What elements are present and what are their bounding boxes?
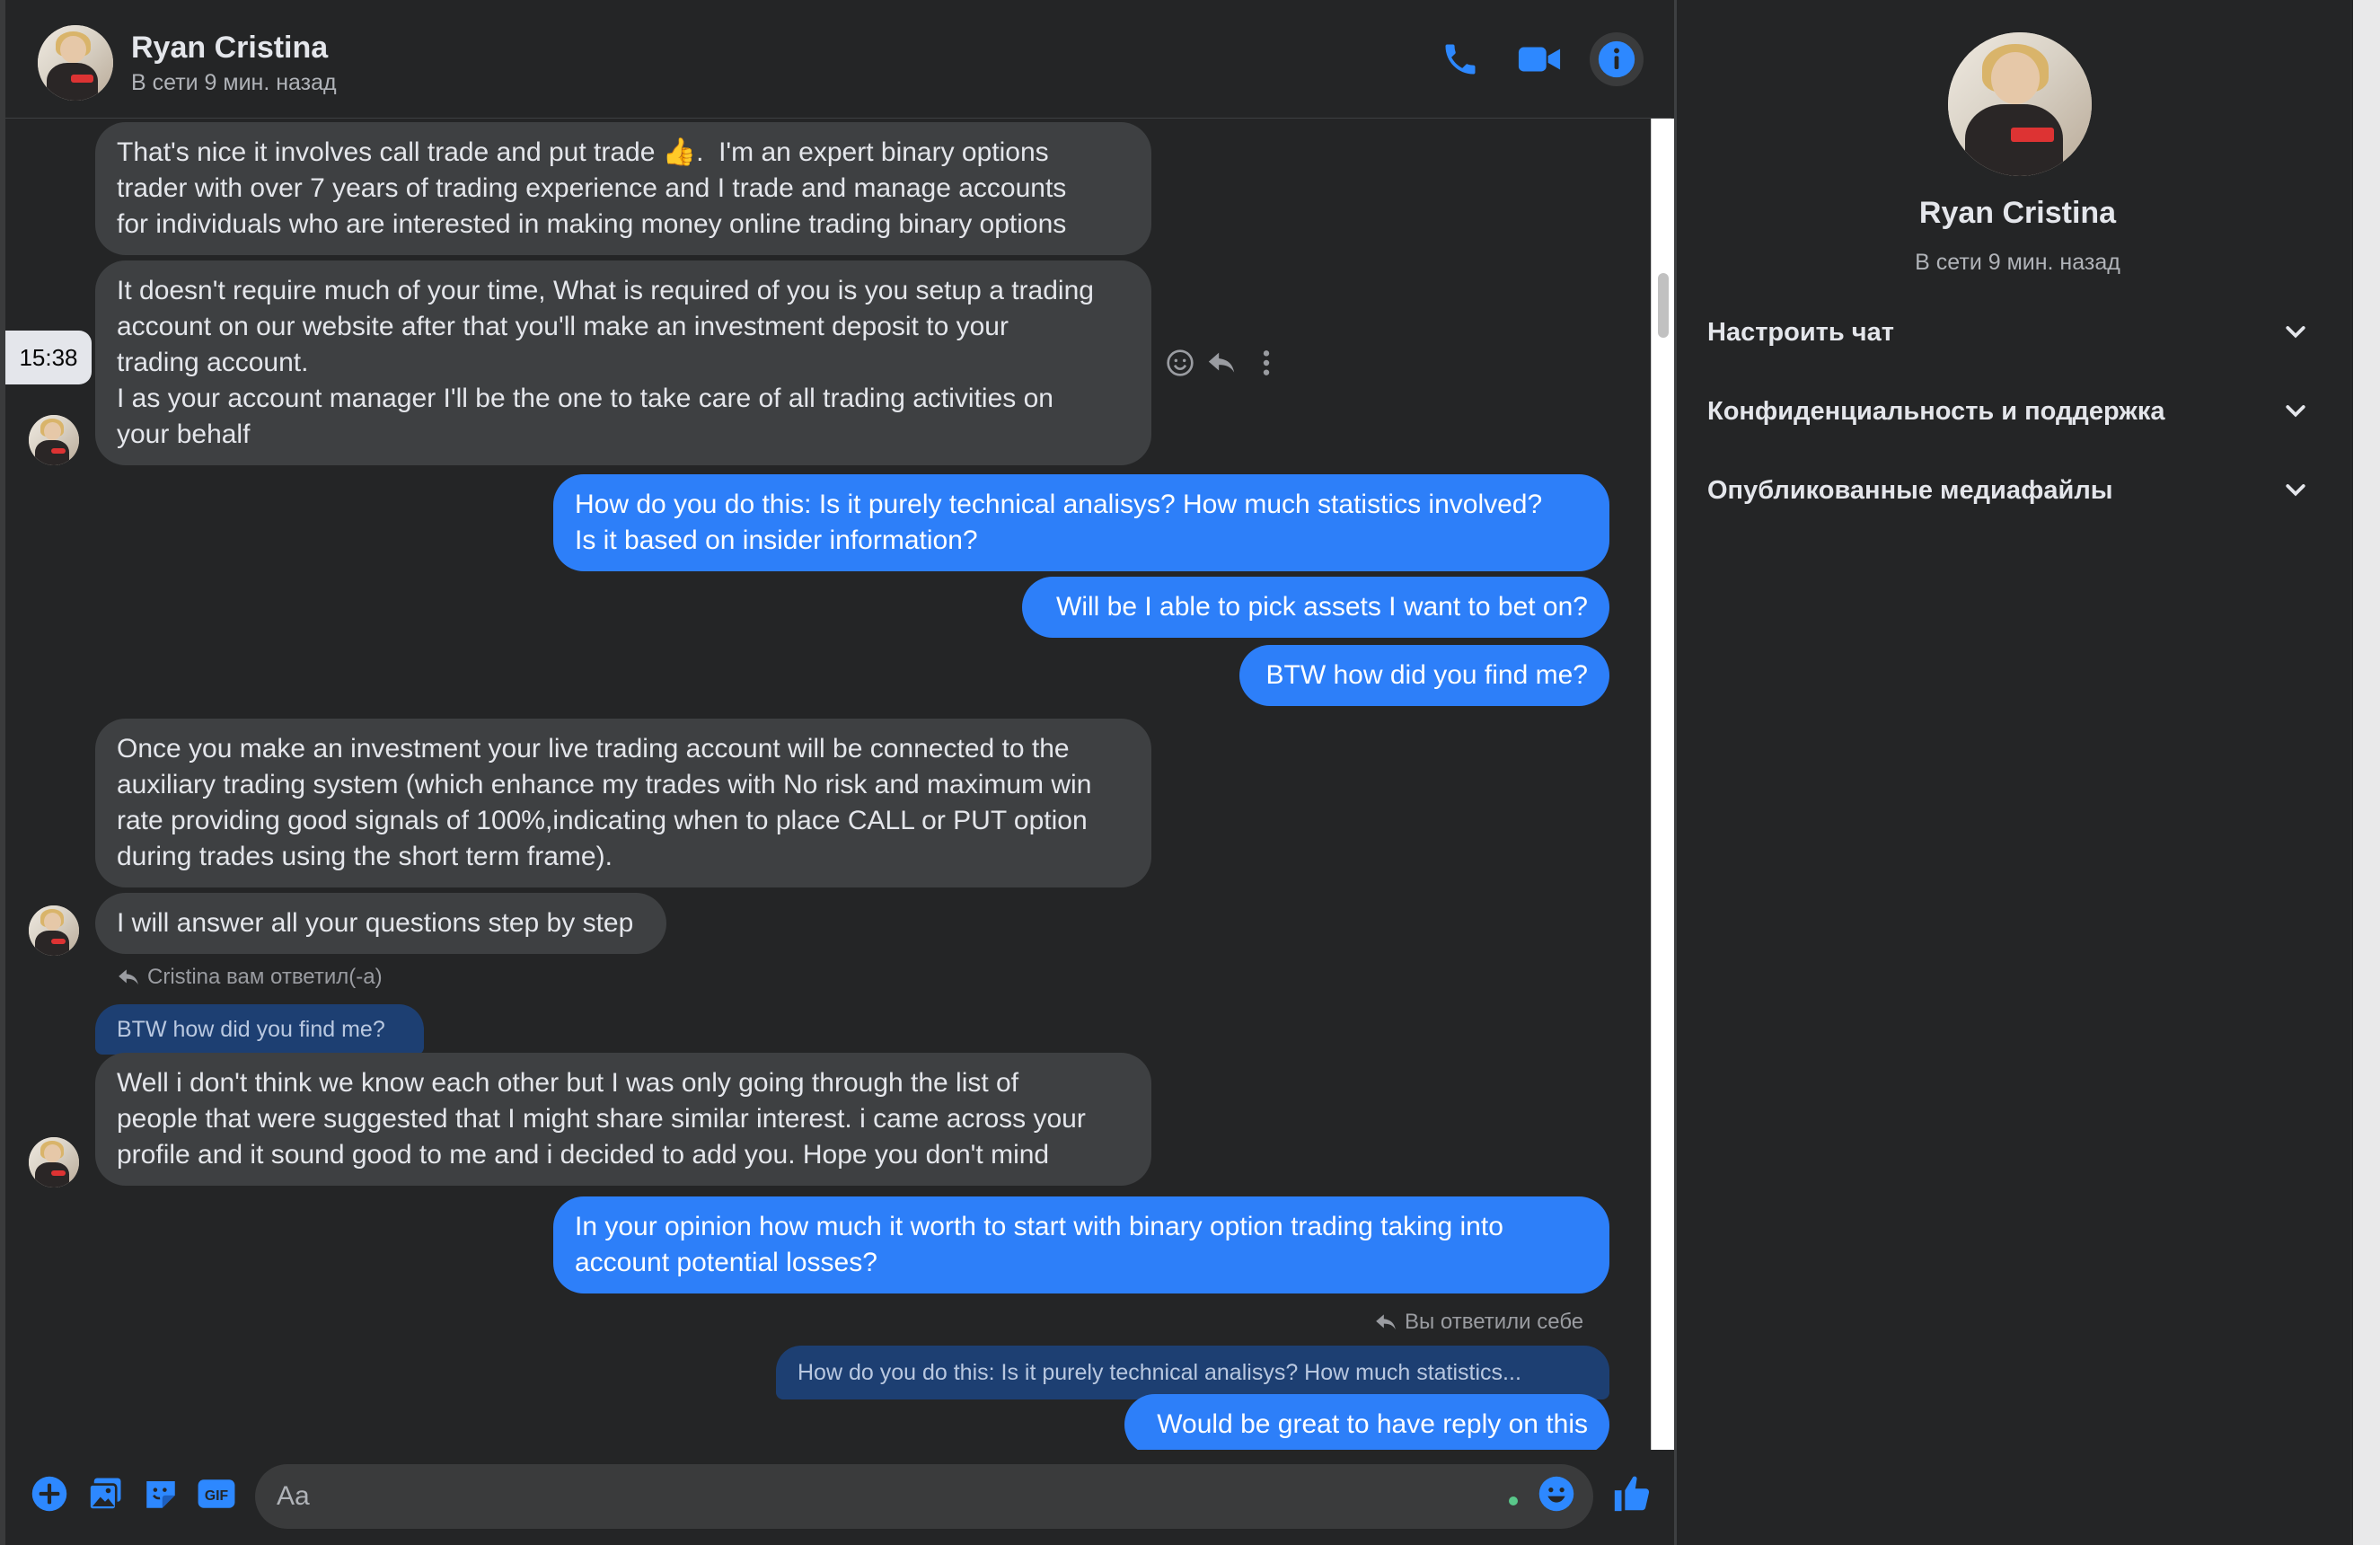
chevron-down-icon [2286,484,2305,497]
call-button[interactable] [1433,32,1487,86]
reply-icon [1208,352,1235,373]
phone-icon [1445,44,1476,75]
gif-button[interactable]: GIF [196,1473,237,1514]
panel-contact-status: В сети 9 мин. назад [1915,250,2120,275]
section-label: Опубликованные медиафайлы [1707,475,2113,505]
contact-name[interactable]: Ryan Cristina [131,31,328,66]
message-list[interactable]: That's nice it involves call trade and p… [5,119,1651,1450]
sticker-button[interactable] [140,1473,181,1514]
window-edge [2353,0,2380,1545]
video-call-button[interactable] [1512,32,1566,86]
incoming-message[interactable]: Well i don't think we know each other bu… [95,1053,1151,1186]
chat-header: Ryan Cristina В сети 9 мин. назад [5,0,1671,119]
message-input[interactable] [255,1464,1593,1529]
incoming-message[interactable]: It doesn't require much of your time, Wh… [95,260,1151,465]
section-privacy-support[interactable]: Конфиденциальность и поддержка [1707,384,2309,438]
react-button[interactable] [1162,345,1198,381]
more-actions-button[interactable] [29,1473,70,1514]
section-label: Настроить чат [1707,317,1894,347]
info-button[interactable] [1590,32,1644,86]
avatar[interactable] [29,1137,79,1187]
reply-indicator: Cristina вам ответил(-а) [117,965,383,990]
quoted-message[interactable]: How do you do this: Is it purely technic… [776,1346,1609,1399]
avatar[interactable] [38,25,113,101]
reply-icon [1376,1314,1396,1330]
outgoing-message[interactable]: In your opinion how much it worth to sta… [553,1196,1609,1293]
reply-icon [119,969,138,985]
section-label: Конфиденциальность и поддержка [1707,396,2165,426]
reply-indicator: Вы ответили себе [1374,1310,1583,1335]
scrollbar[interactable] [1651,119,1674,1450]
chevron-down-icon [2286,326,2305,339]
incoming-message[interactable]: That's nice it involves call trade and p… [95,122,1151,255]
outgoing-message[interactable]: Would be great to have reply on this [1124,1394,1609,1450]
video-camera-icon [1518,47,1561,72]
emoji-icon [1167,349,1194,376]
emoji-button[interactable] [1536,1473,1577,1514]
gif-icon: GIF [198,1479,235,1508]
avatar[interactable] [29,415,79,465]
attach-image-button[interactable] [84,1473,126,1514]
info-icon [1598,40,1635,78]
like-button[interactable] [1611,1473,1653,1514]
outgoing-message[interactable]: Will be I able to pick assets I want to … [1022,577,1609,638]
incoming-message[interactable]: I will answer all your questions step by… [95,893,666,954]
outgoing-message[interactable]: BTW how did you find me? [1239,645,1609,706]
messenger-window: Ryan Cristina В сети 9 мин. назад That's… [0,0,2358,1545]
more-options-button[interactable] [1248,345,1284,381]
more-icon [1263,350,1270,375]
thumbs-up-icon [1614,1476,1650,1512]
scroll-thumb[interactable] [1658,273,1669,338]
timestamp-tooltip: 15:38 [5,331,92,384]
quoted-message[interactable]: BTW how did you find me? [95,1004,424,1055]
contact-status: В сети 9 мин. назад [131,70,337,95]
section-customize-chat[interactable]: Настроить чат [1707,305,2309,359]
plus-icon [31,1476,67,1512]
gif-label: GIF [205,1488,229,1504]
image-icon [88,1478,121,1511]
emoji-icon [1538,1476,1574,1512]
conversation-info-panel: Ryan Cristina В сети 9 мин. назад Настро… [1677,0,2358,1545]
outgoing-message[interactable]: How do you do this: Is it purely technic… [553,474,1609,571]
status-indicator [1507,1495,1520,1507]
incoming-message[interactable]: Once you make an investment your live tr… [95,719,1151,887]
avatar[interactable] [1948,32,2092,176]
reply-indicator-text: Вы ответили себе [1405,1310,1584,1334]
sticker-icon [146,1481,175,1508]
reply-indicator-text: Cristina вам ответил(-а) [147,965,383,989]
reply-button[interactable] [1203,345,1239,381]
panel-contact-name[interactable]: Ryan Cristina [1677,196,2358,231]
avatar[interactable] [29,905,79,956]
chevron-down-icon [2286,405,2305,418]
section-shared-media[interactable]: Опубликованные медиафайлы [1707,464,2309,517]
